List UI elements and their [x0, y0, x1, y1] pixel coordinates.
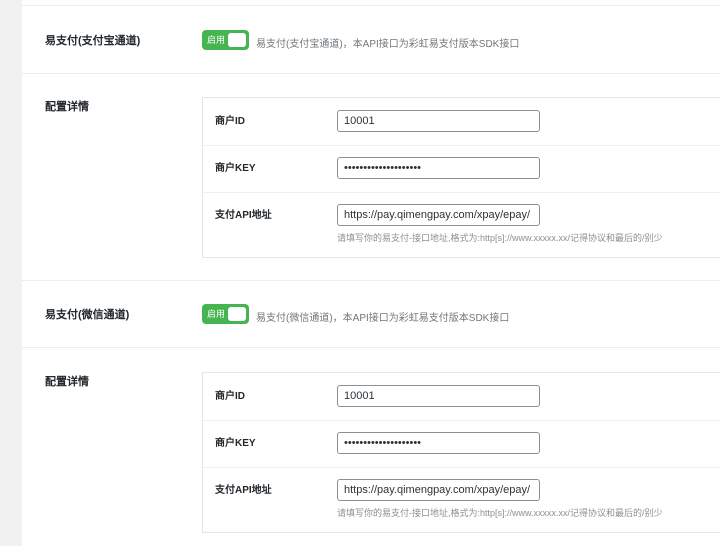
merchant-id-input[interactable] [337, 385, 540, 407]
toggle-label: 启用 [207, 309, 226, 319]
merchant-id-input[interactable] [337, 110, 540, 132]
api-url-hint: 请填写你的易支付-接口地址,格式为:http[s]://www.xxxxx.xx… [337, 508, 663, 518]
config-row-api-url: 支付API地址 请填写你的易支付-接口地址,格式为:http[s]://www.… [203, 192, 720, 258]
toggle-knob [228, 33, 246, 47]
config-row-api-url: 支付API地址 请填写你的易支付-接口地址,格式为:http[s]://www.… [203, 467, 720, 533]
config-label-wechat: 配置详情 [45, 376, 89, 388]
merchant-key-input[interactable] [337, 157, 540, 179]
merchant-id-label: 商户ID [215, 391, 245, 402]
enable-toggle-wechat[interactable]: 启用 [202, 304, 249, 324]
toggle-label: 启用 [207, 35, 226, 45]
config-row-merchant-key: 商户KEY [203, 145, 720, 193]
config-row-merchant-key: 商户KEY [203, 420, 720, 468]
divider [22, 280, 720, 281]
config-table-wechat: 商户ID 商户KEY 支付API地址 请填写你的易支付-接口地址,格式为:htt… [202, 372, 720, 533]
api-url-input[interactable] [337, 479, 540, 501]
divider [22, 73, 720, 74]
config-table-alipay: 商户ID 商户KEY 支付API地址 请填写你的易支付-接口地址,格式为:htt… [202, 97, 720, 258]
enable-toggle-alipay[interactable]: 启用 [202, 30, 249, 50]
config-row-merchant-id: 商户ID [203, 98, 720, 146]
settings-panel: 易支付(支付宝通道) 启用 易支付(支付宝通道)，本API接口为彩虹易支付版本S… [22, 0, 720, 546]
toggle-knob [228, 307, 246, 321]
api-url-input[interactable] [337, 204, 540, 226]
api-url-label: 支付API地址 [215, 485, 272, 496]
section-label-alipay: 易支付(支付宝通道) [45, 35, 141, 47]
divider [22, 347, 720, 348]
merchant-key-label: 商户KEY [215, 163, 256, 174]
section-label-wechat: 易支付(微信通道) [45, 309, 130, 321]
merchant-id-label: 商户ID [215, 116, 245, 127]
section-description-wechat: 易支付(微信通道)，本API接口为彩虹易支付版本SDK接口 [256, 313, 510, 324]
config-row-merchant-id: 商户ID [203, 373, 720, 421]
divider [22, 5, 720, 6]
merchant-key-input[interactable] [337, 432, 540, 454]
api-url-label: 支付API地址 [215, 210, 272, 221]
merchant-key-label: 商户KEY [215, 438, 256, 449]
section-description-alipay: 易支付(支付宝通道)，本API接口为彩虹易支付版本SDK接口 [256, 39, 520, 50]
config-label-alipay: 配置详情 [45, 101, 89, 113]
api-url-hint: 请填写你的易支付-接口地址,格式为:http[s]://www.xxxxx.xx… [337, 233, 663, 243]
